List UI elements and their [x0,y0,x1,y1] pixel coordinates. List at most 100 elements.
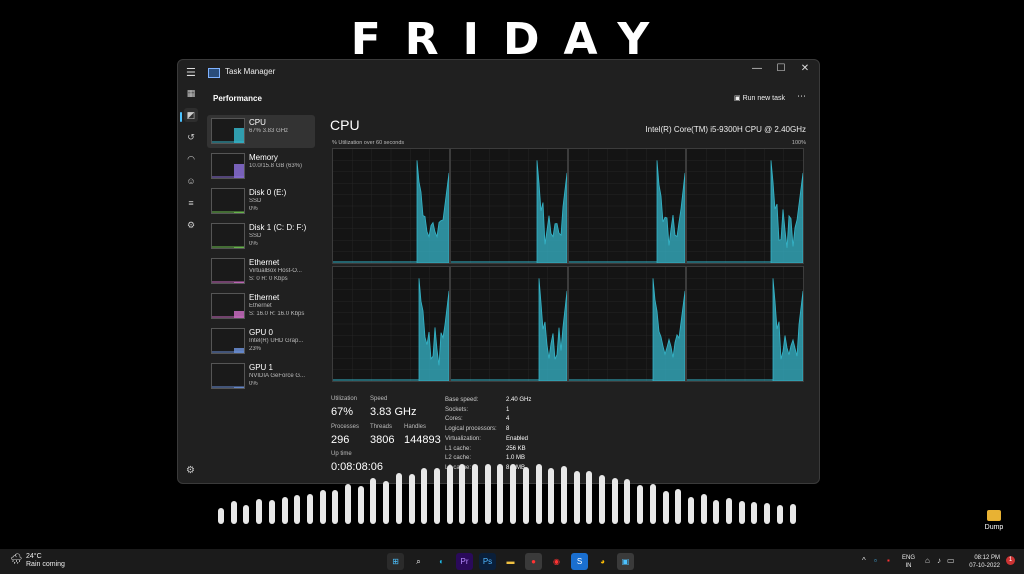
app-history-icon[interactable]: ↺ [184,130,198,144]
weather-status: Rain coming [26,561,65,568]
utilization-value: 67% [331,406,354,418]
thumbnail-svg [212,281,244,283]
core-usage-area [416,160,449,263]
details-icon[interactable]: ≡ [184,196,198,210]
visualizer-bar [421,468,428,524]
maximize-button[interactable]: ☐ [774,63,788,74]
device-item[interactable]: Memory 10.0/15.8 GB (63%) [207,150,315,183]
speed-value: 3.83 GHz [370,406,417,418]
notification-badge[interactable]: 1 [1006,556,1015,565]
thumbnail-svg [212,386,244,388]
task-manager-app-icon [208,68,220,78]
device-item[interactable]: GPU 0 Intel(R) UHD Grap... 23% [207,325,315,358]
cpu-core-graphs [332,148,804,382]
visualizer-bar [446,465,453,524]
visualizer-bar [700,493,707,524]
weather-icon[interactable]: 🌧 [10,554,23,565]
utilization-graph-label: % Utilization over 60 seconds [332,140,405,146]
services-icon[interactable]: ⚙ [184,218,198,232]
thumbnail-fill [234,128,244,143]
task-manager-taskbar-icon[interactable]: ▣ [617,553,634,570]
spec-label: L2 cache: [445,455,472,462]
utilization-label: Utilization [331,396,358,402]
visualizer-bar [713,499,720,524]
language-indicator[interactable]: ENG IN [902,554,915,570]
core-graph [686,148,804,264]
performance-icon[interactable]: ◩ [184,108,198,122]
core-graph-svg [333,267,449,381]
visualizer-bar [776,504,783,524]
thumbnail-svg [212,128,244,143]
desktop-shortcut[interactable]: Dump [981,510,1007,531]
clock[interactable]: 08:12 PM 07-10-2022 [956,554,1000,570]
device-item[interactable]: GPU 1 NVIDIA GeForce G... 0% [207,360,315,393]
visualizer-bar [472,464,478,524]
device-thumbnail-graph [211,118,245,144]
device-name: CPU [249,118,266,127]
tray-app-2-icon[interactable]: ▪ [887,556,890,565]
spec-value: 4 [506,416,510,423]
taskbar: 🌧 24°C Rain coming ⊞ ⌕ ◐ Pr Ps ▬ ● ◉ S ◕ … [0,549,1024,574]
device-usage: 0% [249,206,258,212]
volume-icon[interactable]: ♪ [937,556,941,565]
core-graph [332,148,450,264]
more-options-icon[interactable]: ⋯ [797,91,806,102]
core-graph-svg [569,267,685,381]
photoshop-icon[interactable]: Ps [479,553,496,570]
run-task-icon: ▣ [734,95,743,102]
chevron-up-icon[interactable]: ^ [862,556,866,565]
core-usage-area [770,160,803,263]
speed-label: Speed [370,396,388,402]
device-item[interactable]: Disk 0 (E:) SSD 0% [207,185,315,218]
startup-apps-icon[interactable]: ◠ [184,152,198,166]
run-new-task-button[interactable]: ▣ Run new task [730,90,789,108]
app-s-icon[interactable]: S [571,553,588,570]
hamburger-menu-icon[interactable]: ☰ [186,66,196,79]
spec-value: 2.40 GHz [506,397,532,403]
device-thumbnail-graph [211,293,245,319]
close-button[interactable]: ✕ [798,63,812,74]
active-indicator [180,112,182,122]
core-graph-svg [569,149,685,263]
device-name: Disk 0 (E:) [249,188,287,197]
media-icon[interactable]: ◉ [548,553,565,570]
thumbnail-svg [212,164,244,178]
file-explorer-icon[interactable]: ▬ [502,553,519,570]
core-graph-svg [333,149,449,263]
spec-value: Enabled [506,435,529,442]
visualizer-bar [560,465,567,524]
device-item[interactable]: CPU 67% 3.83 GHz [207,115,315,148]
premiere-icon[interactable]: Pr [456,553,473,570]
youtube-music-icon[interactable]: ● [525,553,542,570]
edge-icon[interactable]: ◐ [433,553,450,570]
network-icon[interactable]: ⌂ [925,556,930,565]
weather-widget[interactable]: 24°C Rain coming [26,553,65,569]
visualizer-bar [408,474,415,524]
users-icon[interactable]: ☺ [184,174,198,188]
visualizer-bar [459,464,466,524]
device-item[interactable]: Ethernet VirtualBox Host-O... S: 0 R: 0 Kb… [207,255,315,288]
visualizer-bar [535,464,542,524]
chrome-icon[interactable]: ◕ [594,553,611,570]
minimize-button[interactable]: — [750,63,764,74]
device-usage: 23% [249,346,262,352]
settings-gear-icon[interactable]: ⚙ [186,465,195,476]
visualizer-bar [764,502,771,524]
visualizer-bar [484,464,491,524]
tray-app-icon[interactable]: ▫ [874,556,877,565]
start-icon[interactable]: ⊞ [387,553,404,570]
device-detail: SSD [249,198,262,204]
device-thumbnail-graph [211,258,245,284]
device-name: Ethernet [249,293,280,302]
visualizer-bar [586,471,593,524]
device-item[interactable]: Ethernet Ethernet S: 16.0 R: 16.0 Kbps [207,290,315,323]
spec-value: 1 [506,406,510,413]
battery-icon[interactable]: ▭ [947,556,955,565]
search-icon[interactable]: ⌕ [410,553,427,570]
visualizer-bar [751,501,758,524]
time: 08:12 PM [974,555,1000,561]
page-header: Performance ▣ Run new task ⋯ [204,86,818,112]
visualizer-bar [345,484,351,524]
processes-icon[interactable]: ▦ [184,86,198,100]
device-item[interactable]: Disk 1 (C: D: F:) SSD 0% [207,220,315,253]
